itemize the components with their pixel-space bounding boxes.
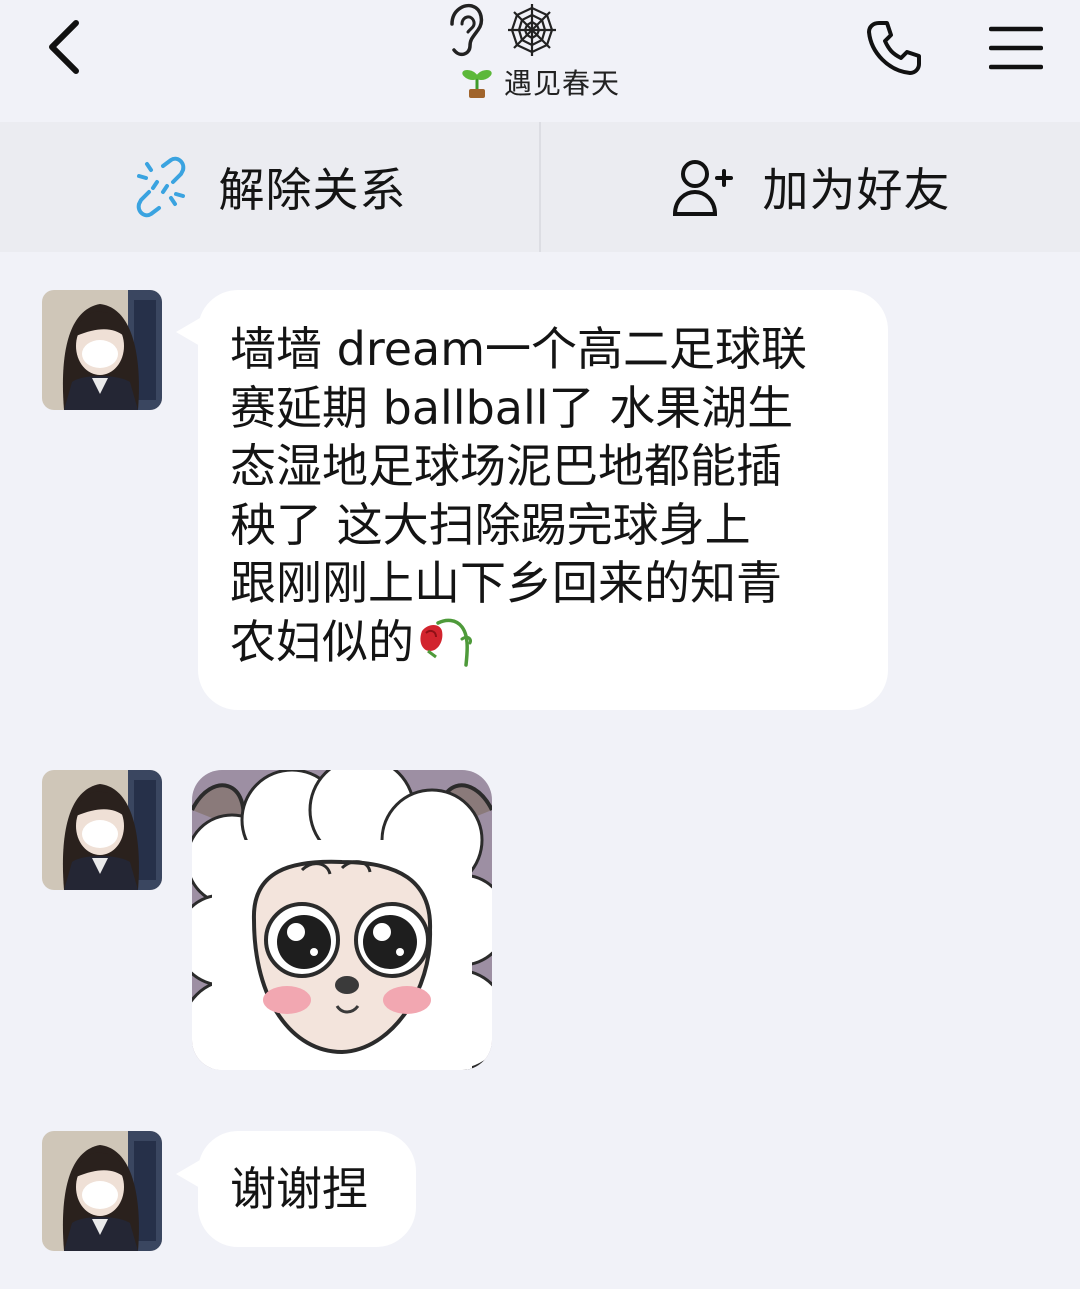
ear-icon — [450, 3, 484, 57]
bubble-tail — [176, 318, 200, 346]
status-icons — [442, 2, 558, 58]
wilted-rose-icon — [420, 618, 472, 667]
action-bar: 解除关系 加为好友 — [0, 122, 1080, 252]
call-button[interactable] — [862, 16, 926, 80]
add-user-icon — [672, 160, 733, 216]
broken-link-icon — [136, 156, 185, 218]
message-line: 赛延期 ballball了 水果湖生 — [230, 380, 794, 435]
chat-header: 遇见春天 — [0, 0, 1080, 120]
menu-button[interactable] — [984, 16, 1048, 80]
message-line: 跟刚刚上山下乡回来的知青 — [230, 556, 782, 610]
phone-icon — [867, 21, 921, 75]
add-friend-label: 加为好友 — [762, 163, 951, 217]
back-button[interactable] — [36, 14, 92, 80]
add-friend-button[interactable]: 加为好友 — [541, 122, 1080, 252]
message-text: 墙墙 dream一个高二足球联 赛延期 ballball了 水果湖生 态湿地足球… — [230, 320, 870, 671]
sender-avatar[interactable] — [42, 1131, 162, 1251]
avatar-photo — [42, 290, 162, 410]
sender-avatar[interactable] — [42, 290, 162, 410]
title-row: 遇见春天 — [380, 62, 700, 102]
sticker-message[interactable] — [192, 770, 492, 1070]
chat-title: 遇见春天 — [503, 67, 620, 100]
spiderweb-icon — [508, 4, 556, 56]
sprout-icon — [462, 69, 492, 98]
hamburger-menu-icon — [989, 26, 1043, 70]
message-line: 态湿地足球场泥巴地都能插 — [230, 439, 782, 493]
message-line: 墙墙 dream一个高二足球联 — [230, 322, 808, 376]
avatar-photo — [42, 1131, 162, 1251]
chevron-left-icon — [49, 20, 79, 74]
message-line: 谢谢捏 — [230, 1162, 368, 1216]
cartoon-sheep-sticker — [192, 770, 492, 1070]
bubble-tail — [176, 1160, 200, 1188]
unlink-button[interactable]: 解除关系 — [0, 122, 539, 252]
message-bubble[interactable]: 谢谢捏 — [198, 1131, 416, 1247]
avatar-photo — [42, 770, 162, 890]
chat-title-area[interactable]: 遇见春天 — [380, 2, 700, 112]
message-line: 秧了 这大扫除踢完球身上 — [230, 497, 751, 552]
unlink-label: 解除关系 — [218, 163, 407, 217]
message-line: 农妇似的 — [230, 614, 414, 669]
sender-avatar[interactable] — [42, 770, 162, 890]
message-bubble[interactable]: 墙墙 dream一个高二足球联 赛延期 ballball了 水果湖生 态湿地足球… — [198, 290, 888, 710]
message-last-line: 农妇似的 — [230, 613, 870, 672]
